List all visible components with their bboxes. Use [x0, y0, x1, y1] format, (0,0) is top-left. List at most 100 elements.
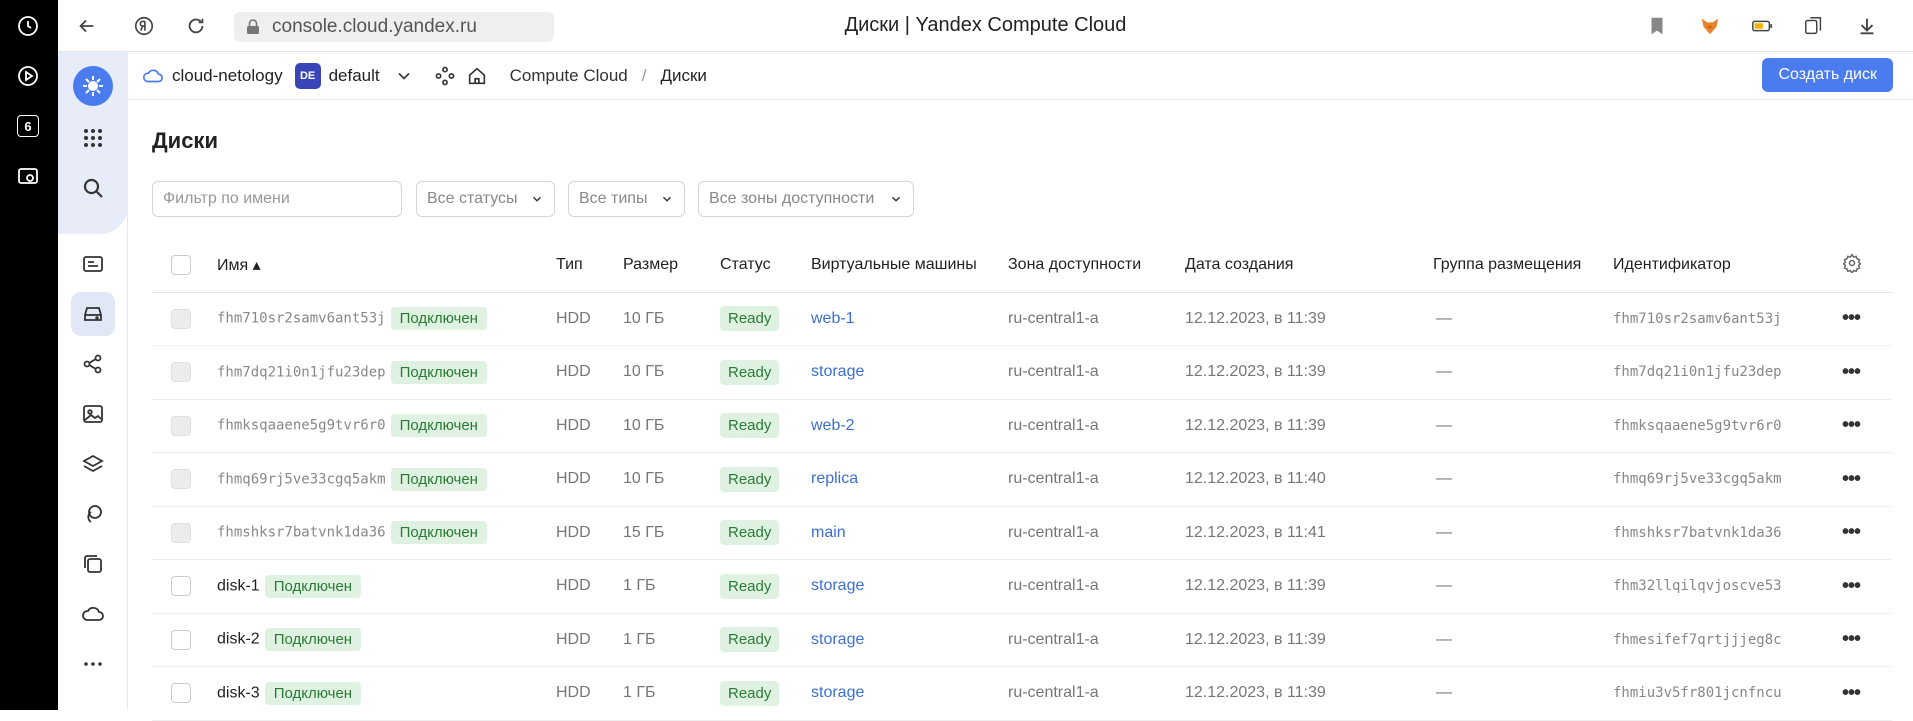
row-menu-icon[interactable]: ••• [1842, 414, 1861, 436]
network-icon[interactable] [71, 342, 115, 386]
disk-zone: ru-central1-a [1008, 399, 1185, 453]
attached-badge: Подключен [264, 681, 362, 705]
table-row[interactable]: disk-3 Подключен HDD 1 ГБ Ready storage ru-cen… [152, 666, 1892, 721]
name-filter-input[interactable]: Фильтр по имени [152, 181, 402, 217]
more-icon[interactable] [71, 642, 115, 686]
instance-groups-icon[interactable] [71, 492, 115, 536]
fox-extension-icon[interactable] [1696, 12, 1724, 40]
number-badge-icon[interactable]: 6 [12, 110, 44, 142]
attached-badge: Подключен [390, 414, 487, 438]
vm-list-icon[interactable] [71, 242, 115, 286]
status-badge: Ready [720, 413, 780, 439]
collections-icon[interactable] [1800, 12, 1828, 40]
cloud-selector[interactable]: cloud-netology [142, 65, 283, 87]
vm-link[interactable]: web-2 [811, 417, 855, 434]
table-row[interactable]: fhm7dq21i0n1jfu23dep Подключен HDD 10 ГБ Rea… [152, 345, 1892, 400]
disk-created: 12.12.2023, в 11:39 [1185, 613, 1433, 667]
column-type[interactable]: Тип [556, 239, 623, 293]
column-created[interactable]: Дата создания [1185, 239, 1433, 293]
column-status[interactable]: Статус [720, 239, 811, 293]
vm-link[interactable]: web-1 [811, 310, 855, 327]
vm-link[interactable]: storage [811, 631, 864, 648]
gear-icon[interactable] [1842, 253, 1862, 275]
reload-icon[interactable] [182, 12, 210, 40]
disk-name[interactable]: disk-2 [217, 631, 260, 648]
disk-name[interactable]: disk-3 [217, 684, 260, 701]
placement-groups-icon[interactable] [71, 592, 115, 636]
table-row[interactable]: fhmshksr7batvnk1da36 Подключен HDD 15 ГБ Rea… [152, 506, 1892, 560]
resources-icon[interactable] [434, 65, 456, 87]
status-badge: Ready [720, 573, 780, 599]
row-menu-icon[interactable]: ••• [1842, 682, 1861, 704]
table-row[interactable]: fhm710sr2samv6ant53j Подключен HDD 10 ГБ Rea… [152, 292, 1892, 346]
status-filter-select[interactable]: Все статусы [416, 181, 555, 217]
search-icon[interactable] [71, 166, 115, 210]
disk-placement: — [1433, 292, 1613, 346]
disk-name[interactable]: fhm710sr2samv6ant53j [217, 311, 386, 327]
type-filter-select[interactable]: Все типы [568, 181, 685, 217]
column-placement: Группа размещения [1433, 239, 1613, 293]
play-circle-icon[interactable] [12, 60, 44, 92]
disk-created: 12.12.2023, в 11:39 [1185, 666, 1433, 721]
table-row[interactable]: disk-2 Подключен HDD 1 ГБ Ready storage ru-cen… [152, 613, 1892, 667]
home-icon[interactable] [466, 65, 488, 87]
disk-type: HDD [556, 506, 623, 560]
disk-type: HDD [556, 399, 623, 453]
select-all-checkbox[interactable] [171, 255, 191, 276]
back-arrow-icon[interactable] [73, 12, 101, 40]
status-badge: Ready [720, 680, 780, 706]
attached-badge: Подключен [264, 574, 362, 598]
cloud-logo-icon[interactable] [73, 66, 113, 106]
disk-zone: ru-central1-a [1008, 292, 1185, 346]
column-name[interactable]: Имя ▴ [217, 239, 556, 293]
disk-name[interactable]: fhmksqaaene5g9tvr6r0 [217, 418, 386, 434]
row-menu-icon[interactable]: ••• [1842, 361, 1861, 383]
status-badge: Ready [720, 466, 780, 492]
disk-placement: — [1433, 345, 1613, 400]
download-icon[interactable] [1853, 12, 1881, 40]
breadcrumb-service[interactable]: Compute Cloud [510, 66, 628, 86]
vm-link[interactable]: storage [811, 363, 864, 380]
clock-icon[interactable] [12, 10, 44, 42]
all-services-icon[interactable] [71, 116, 115, 160]
vm-link[interactable]: storage [811, 577, 864, 594]
images-icon[interactable] [71, 392, 115, 436]
row-checkbox[interactable] [171, 683, 191, 704]
disk-type: HDD [556, 613, 623, 667]
row-menu-icon[interactable]: ••• [1842, 307, 1861, 329]
vm-link[interactable]: storage [811, 684, 864, 701]
row-checkbox[interactable] [171, 576, 191, 597]
disks-icon[interactable] [71, 292, 115, 336]
table-row[interactable]: fhmksqaaene5g9tvr6r0 Подключен HDD 10 ГБ Rea… [152, 399, 1892, 453]
row-menu-icon[interactable]: ••• [1842, 521, 1861, 543]
row-menu-icon[interactable]: ••• [1842, 628, 1861, 650]
battery-icon[interactable] [1748, 12, 1776, 40]
yandex-browser-icon[interactable] [130, 12, 158, 40]
row-menu-icon[interactable]: ••• [1842, 468, 1861, 490]
snapshots-icon[interactable] [71, 542, 115, 586]
layers-icon[interactable] [71, 442, 115, 486]
disk-name[interactable]: disk-1 [217, 577, 260, 594]
url-text: console.cloud.yandex.ru [272, 16, 477, 37]
disk-zone: ru-central1-a [1008, 506, 1185, 560]
main-content: Диски Фильтр по имени Все статусы Все ти… [128, 100, 1913, 721]
row-checkbox[interactable] [171, 629, 191, 650]
table-row[interactable]: disk-1 Подключен HDD 1 ГБ Ready storage ru-cen… [152, 559, 1892, 614]
vm-link[interactable]: replica [811, 470, 858, 487]
disk-id: fhmiu3v5fr801jcnfncu [1613, 666, 1842, 721]
create-disk-button[interactable]: Создать диск [1762, 58, 1893, 92]
disk-name[interactable]: fhmq69rj5ve33cgq5akm [217, 471, 386, 487]
zone-filter-select[interactable]: Все зоны доступности [698, 181, 914, 217]
disk-name[interactable]: fhm7dq21i0n1jfu23dep [217, 364, 386, 380]
vm-link[interactable]: main [811, 524, 846, 541]
folder-selector[interactable]: DE default [294, 62, 414, 89]
table-row[interactable]: fhmq69rj5ve33cgq5akm Подключен HDD 10 ГБ Rea… [152, 452, 1892, 507]
row-menu-icon[interactable]: ••• [1842, 575, 1861, 597]
camera-icon[interactable] [12, 160, 44, 192]
column-zone[interactable]: Зона доступности [1008, 239, 1185, 293]
column-size[interactable]: Размер [623, 239, 720, 293]
bookmark-icon[interactable] [1643, 12, 1671, 40]
status-filter-value: Все статусы [427, 190, 518, 207]
address-bar[interactable]: console.cloud.yandex.ru [234, 12, 554, 42]
disk-name[interactable]: fhmshksr7batvnk1da36 [217, 525, 386, 541]
